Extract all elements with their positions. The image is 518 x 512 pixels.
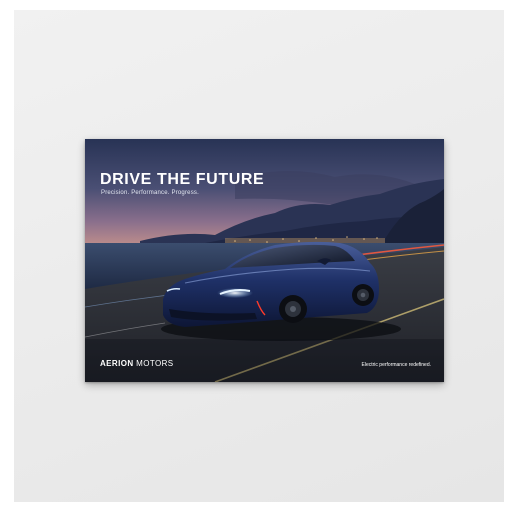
brand-name-light: MOTORS	[136, 359, 174, 368]
poster-subheadline: Precision. Performance. Progress.	[101, 190, 199, 196]
poster-tagline: Electric performance redefined.	[361, 362, 431, 368]
brand-name-bold: AERION	[100, 359, 134, 368]
poster: DRIVE THE FUTURE Precision. Performance.…	[85, 139, 444, 382]
brand-logo: AERION MOTORS	[100, 359, 174, 368]
poster-headline: DRIVE THE FUTURE	[100, 171, 265, 188]
